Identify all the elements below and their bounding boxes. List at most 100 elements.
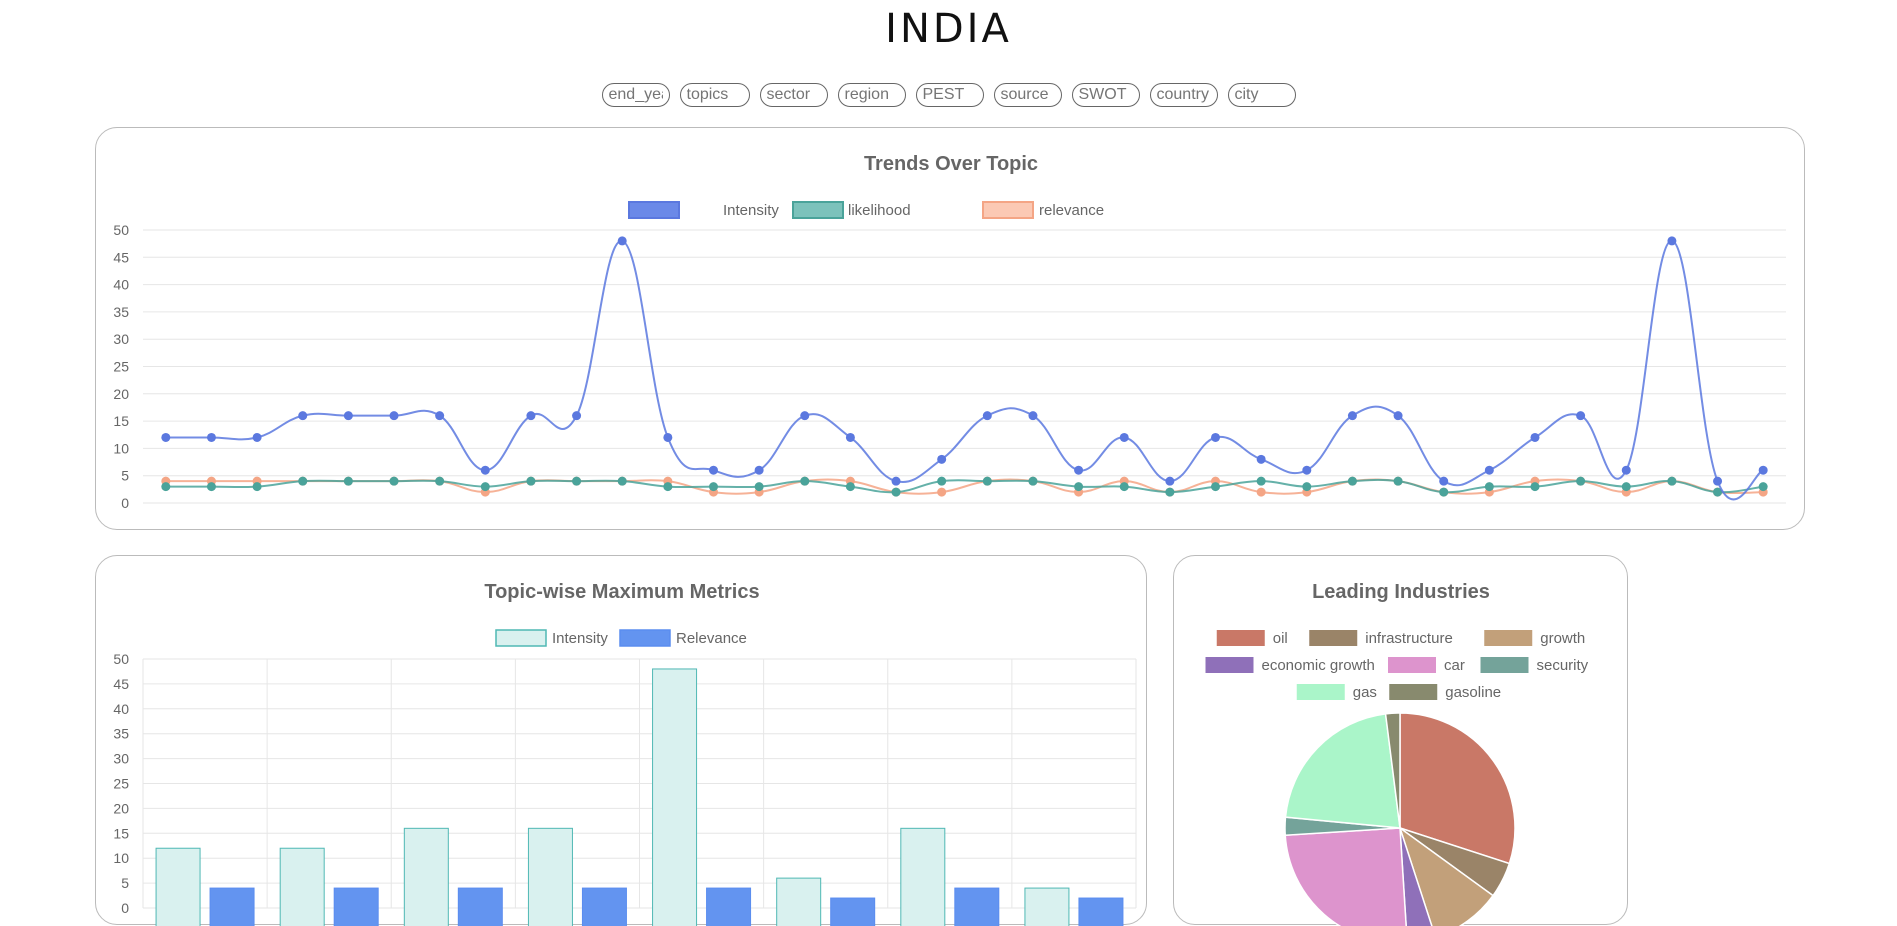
data-point[interactable]	[389, 476, 399, 486]
data-point[interactable]	[1119, 482, 1129, 492]
data-point[interactable]	[1758, 465, 1768, 475]
data-point[interactable]	[1165, 487, 1175, 497]
bar[interactable]	[1024, 887, 1070, 926]
legend-swatch[interactable]	[1389, 684, 1438, 700]
data-point[interactable]	[1530, 482, 1540, 492]
data-point[interactable]	[526, 476, 536, 486]
filter-city-input[interactable]	[1227, 83, 1296, 107]
data-point[interactable]	[1347, 476, 1357, 486]
data-point[interactable]	[754, 482, 764, 492]
data-point[interactable]	[343, 411, 353, 421]
legend-label[interactable]: economic growth	[1262, 657, 1375, 674]
data-point[interactable]	[1074, 465, 1084, 475]
data-point[interactable]	[845, 482, 855, 492]
data-point[interactable]	[800, 411, 810, 421]
filter-sector-input[interactable]	[759, 83, 828, 107]
data-point[interactable]	[937, 476, 947, 486]
bar[interactable]	[333, 887, 379, 926]
data-point[interactable]	[1621, 465, 1631, 475]
data-point[interactable]	[161, 432, 171, 442]
legend-label[interactable]: growth	[1540, 630, 1585, 647]
bar[interactable]	[527, 827, 573, 926]
data-point[interactable]	[206, 482, 216, 492]
metrics-bar-chart[interactable]: Topic-wise Maximum Metrics Intensity Relev…	[96, 556, 1148, 926]
legend-label[interactable]: car	[1444, 657, 1465, 674]
legend-swatch[interactable]	[628, 201, 680, 219]
legend-swatch[interactable]	[1480, 657, 1529, 673]
legend-swatch[interactable]	[495, 629, 547, 647]
data-point[interactable]	[937, 487, 947, 497]
data-point[interactable]	[389, 411, 399, 421]
data-point[interactable]	[480, 465, 490, 475]
data-point[interactable]	[1530, 432, 1540, 442]
data-point[interactable]	[1439, 487, 1449, 497]
data-point[interactable]	[1211, 432, 1221, 442]
data-point[interactable]	[1028, 411, 1038, 421]
data-point[interactable]	[1256, 487, 1266, 497]
legend-label[interactable]: oil	[1273, 630, 1288, 647]
data-point[interactable]	[435, 411, 445, 421]
data-point[interactable]	[1667, 476, 1677, 486]
data-point[interactable]	[1484, 482, 1494, 492]
data-point[interactable]	[1074, 482, 1084, 492]
filter-country-input[interactable]	[1149, 83, 1218, 107]
bar[interactable]	[581, 887, 627, 926]
legend-label[interactable]: infrastructure	[1365, 630, 1453, 647]
data-point[interactable]	[1393, 411, 1403, 421]
pie-slice[interactable]	[1284, 713, 1401, 829]
data-point[interactable]	[617, 236, 627, 246]
data-point[interactable]	[1119, 432, 1129, 442]
data-point[interactable]	[800, 476, 810, 486]
industries-pie-chart[interactable]: Leading Industries oil infrastructure growt…	[1174, 556, 1629, 926]
legend-swatch[interactable]	[1296, 684, 1345, 700]
data-point[interactable]	[982, 411, 992, 421]
data-point[interactable]	[572, 476, 582, 486]
data-point[interactable]	[1256, 454, 1266, 464]
data-point[interactable]	[161, 482, 171, 492]
legend-swatch[interactable]	[982, 201, 1034, 219]
bar[interactable]	[652, 668, 698, 926]
data-point[interactable]	[1393, 476, 1403, 486]
bar[interactable]	[403, 827, 449, 926]
data-point[interactable]	[891, 476, 901, 486]
data-point[interactable]	[1302, 465, 1312, 475]
bar[interactable]	[155, 847, 201, 926]
legend-label[interactable]: Intensity	[723, 202, 779, 219]
data-point[interactable]	[1439, 476, 1449, 486]
legend-swatch[interactable]	[619, 629, 671, 647]
legend-label[interactable]: Intensity	[552, 630, 608, 647]
data-point[interactable]	[982, 476, 992, 486]
data-point[interactable]	[708, 482, 718, 492]
bar[interactable]	[706, 887, 752, 926]
bar[interactable]	[457, 887, 503, 926]
data-point[interactable]	[252, 432, 262, 442]
data-point[interactable]	[526, 411, 536, 421]
data-point[interactable]	[1576, 476, 1586, 486]
legend-swatch[interactable]	[1216, 630, 1265, 646]
filter-swot-input[interactable]	[1071, 83, 1140, 107]
data-point[interactable]	[572, 411, 582, 421]
data-point[interactable]	[1484, 465, 1494, 475]
filter-source-input[interactable]	[993, 83, 1062, 107]
data-point[interactable]	[1621, 482, 1631, 492]
legend-swatch[interactable]	[1205, 657, 1254, 673]
data-point[interactable]	[343, 476, 353, 486]
bar[interactable]	[776, 877, 822, 926]
data-point[interactable]	[1165, 476, 1175, 486]
legend-label[interactable]: security	[1537, 657, 1589, 674]
pie-slice[interactable]	[1284, 827, 1407, 926]
filter-topics-input[interactable]	[679, 83, 750, 107]
data-point[interactable]	[1347, 411, 1357, 421]
data-point[interactable]	[708, 465, 718, 475]
data-point[interactable]	[1256, 476, 1266, 486]
bar[interactable]	[830, 897, 876, 926]
legend-label[interactable]: gasoline	[1445, 684, 1501, 701]
bar[interactable]	[954, 887, 1000, 926]
data-point[interactable]	[891, 487, 901, 497]
data-point[interactable]	[480, 482, 490, 492]
legend-swatch[interactable]	[1309, 630, 1358, 646]
bar[interactable]	[900, 827, 946, 926]
data-point[interactable]	[1028, 476, 1038, 486]
data-point[interactable]	[1302, 482, 1312, 492]
data-point[interactable]	[1667, 236, 1677, 246]
